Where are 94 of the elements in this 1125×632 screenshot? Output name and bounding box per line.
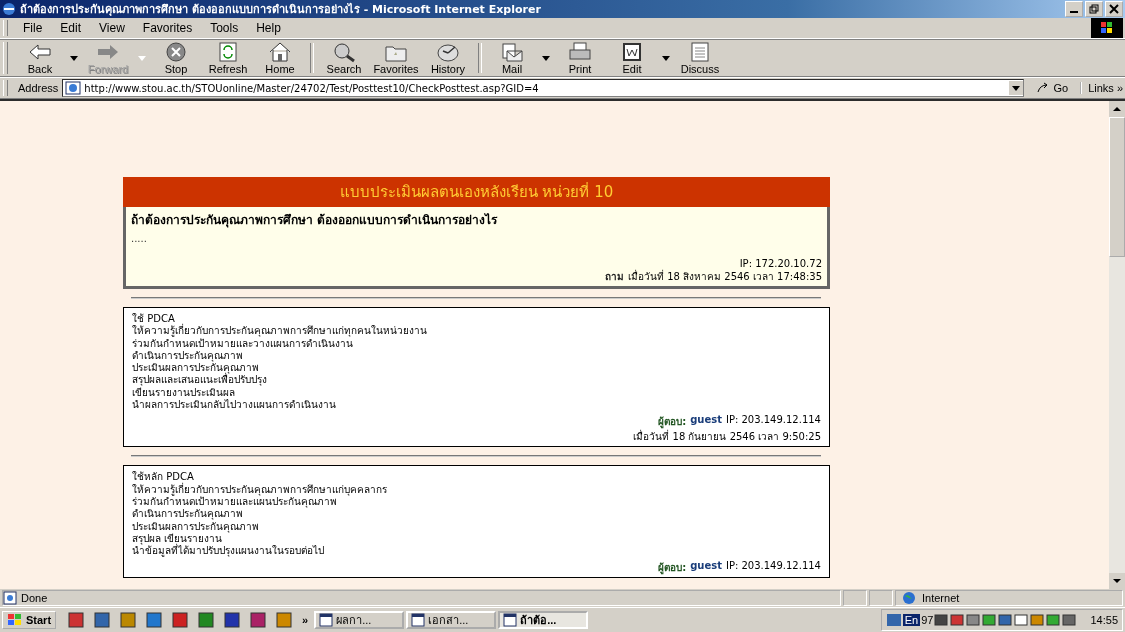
search-icon [331,41,357,63]
toolbar-button[interactable]: Refresh [202,41,254,75]
status-text: Done [21,592,48,604]
clock-icon [435,41,461,63]
windows-logo-icon [1091,18,1123,38]
menu-item[interactable]: Tools [201,21,248,35]
taskbar-button[interactable]: ผลกา... [314,611,405,629]
toolbar-grip [3,20,8,36]
toolbar-grip [3,42,8,74]
menu-item[interactable]: File [14,21,52,35]
back-arrow-icon [27,41,53,63]
toolbar-button[interactable]: Home [254,41,306,75]
address-field[interactable]: http://www.stou.ac.th/STOUonline/Master/24702/Test/Posttest10/CheckPosttest.asp?GID=4 [62,79,1025,97]
taskbar-button[interactable]: ถ้าต้อ... [498,611,589,629]
tray-icon [966,613,982,627]
menu-item[interactable]: View [90,21,134,35]
tray-icon [982,613,998,627]
menu-item[interactable]: Edit [51,21,91,35]
toolbar-button[interactable]: Edit [606,41,658,75]
minimize-button[interactable] [1065,1,1083,17]
quick-launch-icon [171,612,190,628]
go-button[interactable]: Go [1028,82,1077,94]
answerer-label: ผู้ตอบ: [658,415,687,430]
tray-icon [950,613,966,627]
tray-icon [998,613,1014,627]
asked-label: ถาม [605,270,624,284]
post-date: เมื่อวันที่ 18 สิงหาคม 2546 เวลา 17:48:35 [628,269,822,284]
answerer-name: guest [690,560,722,574]
quick-launch-icon [197,612,216,628]
links-button[interactable]: Links » [1080,82,1125,94]
minimize-icon [1070,11,1078,13]
answerer-label: ผู้ตอบ: [658,561,687,576]
clock: 14:55 [1090,614,1118,626]
tray-icon [1030,613,1046,627]
window-icon [319,613,334,627]
page-header: แบบประเมินผลตนเองหลังเรียน หน่วยที่ 10 [123,177,830,207]
ip-address: IP: 172.20.10.72 [738,258,822,269]
tray-icon [1014,613,1030,627]
close-button[interactable] [1105,1,1123,17]
toolbar-grip [3,80,8,96]
quick-launch-icon [119,612,138,628]
start-button[interactable]: Start [2,611,57,629]
quick-launch-icon [67,612,86,628]
taskbar-button[interactable]: เอกสา... [406,611,497,629]
zone-text: Internet [922,592,960,604]
menu-item[interactable]: Help [247,21,290,35]
question-title: ถ้าต้องการประกันคุณภาพการศึกษา ต้องออกแบบการดำเนินการอย่างไร [131,212,499,229]
scroll-down-icon [1109,573,1125,589]
more-button[interactable]: » [302,614,309,626]
ip-address: IP: 203.149.12.114 [725,560,821,574]
tray-icon [934,613,950,627]
answer-text: ใช้หลัก PDCA ให้ความรู้เกี่ยวกับการประกันคุณภาพการศึกษาแก่บุคคลากร ร่วมกันกำหนดเป้าหมายและแผนประกันคุณภาพ ดำเนินการประกันคุณภาพ ประเมินผลการประกันคุณภาพ สรุปผล เขียนรายงาน นำข้อมูลที่ได้มาปรับปรุงแผนงานในรอบต่อไป [132,471,388,558]
globe-icon [902,591,916,605]
tray-number: 97 [921,614,934,626]
quick-launch-icon [93,612,112,628]
scroll-up-icon [1109,101,1125,117]
window-icon [411,613,426,627]
tray-icon [885,613,902,627]
toolbar-button[interactable]: Stop [150,41,202,75]
scroll-thumb[interactable] [1109,117,1125,257]
tray-icon [1062,613,1078,627]
browser-logo-icon [2,2,16,16]
envelope-icon [499,41,525,63]
toolbar-button[interactable]: Print [554,41,606,75]
ip-address: IP: 203.149.12.114 [725,414,821,428]
restore-button[interactable] [1085,1,1103,17]
toolbar-button[interactable]: Discuss [674,41,726,75]
quick-launch-icon [275,612,294,628]
language-indicator[interactable]: En [902,614,921,626]
toolbar-button[interactable]: Mail [486,41,538,75]
quick-launch-icon [249,612,268,628]
toolbar-button[interactable]: Search [318,41,370,75]
address-label: Address [18,82,59,94]
quick-launch-icon [223,612,242,628]
toolbar-button[interactable]: Back [14,41,66,75]
answerer-name: guest [690,414,722,428]
tray-icon [1046,613,1062,627]
printer-icon [567,41,593,63]
stop-icon [163,41,189,63]
close-icon [1108,3,1120,15]
post-date: เมื่อวันที่ 18 กันยายน 2546 เวลา 9:50:25 [632,429,821,445]
window-icon [503,613,518,627]
page-icon [65,81,82,95]
question-body: ..... [131,233,148,244]
toolbar-button[interactable]: Favorites [370,41,422,75]
vertical-scrollbar[interactable] [1109,101,1125,589]
quick-launch-icon [145,612,164,628]
house-icon [267,41,293,63]
menu-item[interactable]: Favorites [133,21,202,35]
answer-text: ใช้ PDCA ให้ความรู้เกี่ยวกับการประกันคุณภาพการศึกษาแก่ทุกคนในหน่วยงาน ร่วมกันกำหนดเป้าหมายและวางแผนการดำเนินงาน ดำเนินการประกันคุณภาพ ประเมินผลการประกันคุณภาพ สรุปผลและเสนอแนะเพื่อปรับปรุง เขียนรายงานประเมินผล นำผลการประเมินกลับไปวางแผนการดำเนินงาน [132,313,428,412]
restore-icon [1088,3,1100,15]
windows-logo-icon [7,613,23,627]
toolbar-button[interactable]: History [422,41,474,75]
window-title: ถ้าต้องการประกันคุณภาพการศึกษา ต้องออกแบบการดำเนินการอย่างไร - Microsoft Internet Explorer [20,2,542,18]
